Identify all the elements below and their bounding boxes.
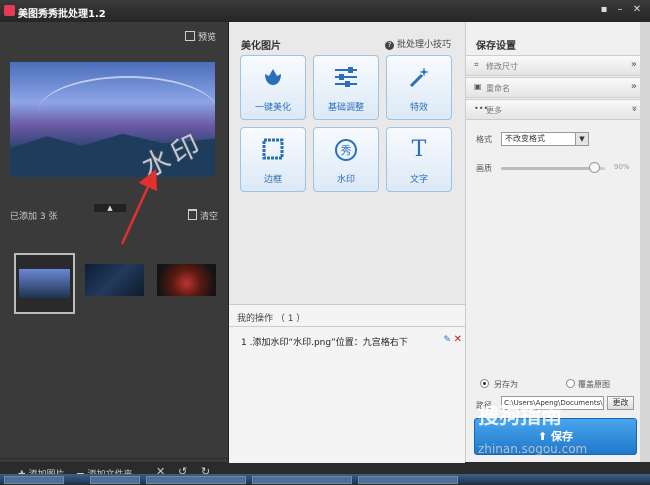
title-bar: 美图秀秀批处理1.2 ▪ – ✕ bbox=[0, 0, 650, 23]
image-count-row: 已添加 3 张 清空 bbox=[10, 209, 220, 222]
clear-button[interactable]: 清空 bbox=[187, 209, 218, 222]
tulip-icon bbox=[241, 65, 305, 91]
frame-icon bbox=[241, 137, 305, 163]
taskbar-item[interactable] bbox=[252, 476, 352, 484]
tips-link[interactable]: ? 批处理小技巧 bbox=[384, 37, 451, 50]
tool-text[interactable]: T 文字 bbox=[386, 127, 452, 192]
image-list-panel: 预览 水印 ▲ 已添加 3 张 清空 ✚添加图片 ▬添加文件夹 ✕ ↺ ↻ bbox=[0, 22, 228, 480]
site-watermark: 搜狗指南 bbox=[478, 404, 562, 428]
quality-label: 画质 bbox=[476, 164, 492, 173]
taskbar-item[interactable] bbox=[146, 476, 246, 484]
site-watermark-url: zhinan.sogou.com bbox=[478, 442, 588, 456]
menu-icon[interactable]: ▪ bbox=[598, 4, 610, 16]
thumbnail-1[interactable] bbox=[14, 253, 75, 314]
minimize-button[interactable]: – bbox=[614, 4, 626, 16]
more-icon: ••• bbox=[474, 104, 489, 113]
quality-slider-knob[interactable] bbox=[588, 162, 600, 173]
change-path-button[interactable]: 更改 bbox=[607, 396, 634, 410]
divider bbox=[229, 326, 465, 327]
quality-slider-fill bbox=[501, 167, 595, 170]
thumbnail-3[interactable] bbox=[157, 264, 216, 296]
section-rename[interactable]: ▣ 重命名 » bbox=[466, 77, 641, 98]
quality-slider[interactable] bbox=[501, 162, 605, 173]
operations-title: 我的操作 （ 1 ） bbox=[237, 314, 306, 324]
close-button[interactable]: ✕ bbox=[631, 4, 643, 16]
edit-pencil-icon[interactable]: ✎ bbox=[443, 335, 451, 345]
delete-operation-icon[interactable]: ✕ bbox=[454, 334, 462, 345]
preview-icon bbox=[184, 31, 195, 41]
save-as-label: 另存为 bbox=[494, 380, 518, 389]
quality-value: 90% bbox=[614, 163, 630, 171]
thumbnail-2[interactable] bbox=[85, 264, 144, 296]
tool-effects[interactable]: 特效 bbox=[386, 55, 452, 120]
operation-item: 1 .添加水印“水印.png”位置：九宫格右下 bbox=[241, 338, 408, 348]
app-logo-icon bbox=[4, 5, 15, 16]
save-as-radio[interactable] bbox=[480, 379, 489, 388]
overwrite-radio[interactable] bbox=[566, 379, 575, 388]
scrollbar[interactable] bbox=[640, 22, 650, 462]
taskbar-item[interactable] bbox=[90, 476, 140, 484]
tool-basic-adjust[interactable]: 基础调整 bbox=[313, 55, 379, 120]
chevron-right-icon: » bbox=[630, 59, 637, 70]
section-resize[interactable]: ⌗ 修改尺寸 » bbox=[466, 55, 641, 76]
save-settings-panel: 保存设置 ⌗ 修改尺寸 » ▣ 重命名 » ••• 更多 » 格式 不改变格式 … bbox=[465, 22, 641, 462]
chevron-right-icon: » bbox=[630, 81, 637, 92]
watermark-icon: 秀 bbox=[314, 137, 378, 163]
format-label: 格式 bbox=[476, 135, 492, 144]
save-settings-title: 保存设置 bbox=[476, 41, 516, 52]
added-count: 已添加 3 张 bbox=[10, 212, 58, 222]
taskbar-item[interactable] bbox=[4, 476, 64, 484]
rename-icon: ▣ bbox=[474, 82, 482, 91]
crop-icon: ⌗ bbox=[474, 60, 479, 69]
magic-wand-icon bbox=[387, 65, 451, 91]
tool-frame[interactable]: 边框 bbox=[240, 127, 306, 192]
question-icon: ? bbox=[384, 41, 394, 50]
beautify-panel: 美化图片 ? 批处理小技巧 一键美化 基础调整 特效 边框 秀 水印 T 文字 我… bbox=[228, 22, 465, 463]
taskbar-item[interactable] bbox=[358, 476, 458, 484]
trash-icon bbox=[187, 209, 197, 220]
section-more[interactable]: ••• 更多 » bbox=[466, 99, 641, 120]
dropdown-arrow-icon: ▼ bbox=[575, 133, 588, 145]
format-select[interactable]: 不改变格式 ▼ bbox=[501, 132, 589, 146]
chevron-down-icon: » bbox=[628, 105, 640, 112]
overwrite-label: 覆盖原图 bbox=[578, 380, 610, 389]
text-icon: T bbox=[411, 137, 427, 162]
tool-watermark[interactable]: 秀 水印 bbox=[313, 127, 379, 192]
beautify-title: 美化图片 bbox=[241, 41, 281, 52]
preview-button[interactable]: 预览 bbox=[184, 30, 216, 43]
operations-panel: 我的操作 （ 1 ） 1 .添加水印“水印.png”位置：九宫格右下 ✎ ✕ bbox=[229, 304, 465, 463]
watermark-icon-glyph: 秀 bbox=[341, 144, 352, 157]
sliders-icon bbox=[314, 65, 378, 91]
window-title: 美图秀秀批处理1.2 bbox=[18, 9, 106, 20]
tool-one-click-beautify[interactable]: 一键美化 bbox=[240, 55, 306, 120]
thumbnail-1-image bbox=[19, 269, 70, 298]
